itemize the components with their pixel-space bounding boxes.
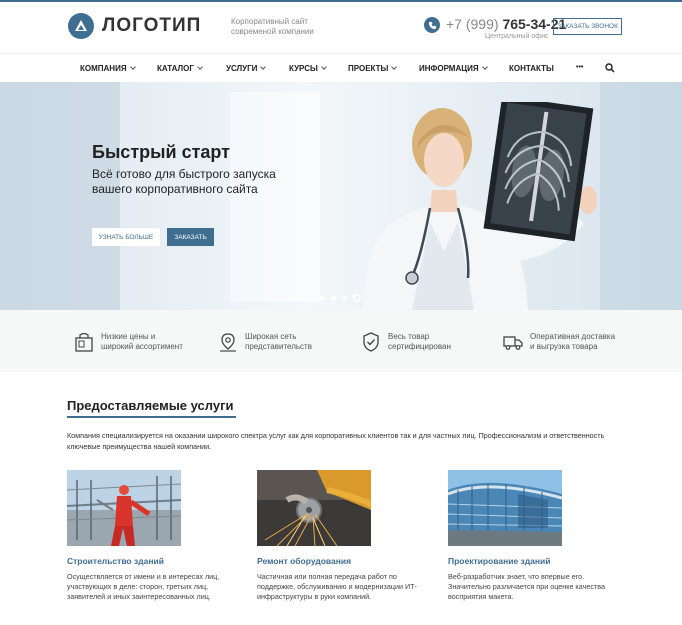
card-text: Веб-разработчик знает, что впервые его. …	[448, 572, 605, 601]
feature-text: Оперативная доставка и выгрузка товара	[530, 332, 615, 352]
nav-item-contacts[interactable]: КОНТАКТЫ	[509, 64, 554, 73]
nav-more[interactable]: •••	[576, 64, 583, 71]
card-text: Частичная или полная передача работ по п…	[257, 572, 417, 601]
feature-line: Широкая сеть	[245, 332, 297, 341]
slider-dot[interactable]	[320, 295, 325, 301]
logo[interactable]: ЛОГОТИП	[68, 13, 201, 39]
feature-line: представительств	[245, 342, 312, 351]
feature-text: Широкая сеть представительств	[245, 332, 312, 352]
chevron-down-icon	[260, 64, 267, 70]
nav-item-company[interactable]: КОМПАНИЯ	[80, 64, 136, 73]
card-text: Осуществляется от имени и в интересах ли…	[67, 572, 220, 601]
callback-button[interactable]: ЗАКАЗАТЬ ЗВОНОК	[553, 18, 622, 35]
service-card[interactable]: Проектирование зданий Веб-разработчик зн…	[448, 470, 608, 602]
features-strip: Низкие цены и широкий ассортимент Широкая…	[0, 310, 682, 372]
nav-label: КУРСЫ	[289, 64, 318, 73]
feature-item: Низкие цены и широкий ассортимент	[74, 332, 183, 352]
chevron-down-icon	[481, 64, 488, 70]
phone-icon	[424, 17, 440, 33]
feature-line: Весь товар	[388, 332, 430, 341]
shield-check-icon	[363, 332, 379, 352]
slider-dot[interactable]	[331, 295, 336, 301]
services-title: Предоставляемые услуги	[67, 398, 234, 413]
map-pin-icon	[220, 333, 236, 352]
phone-subtitle: Центральный офис	[485, 33, 549, 40]
nav-item-info[interactable]: ИНФОРМАЦИЯ	[419, 64, 488, 73]
doctor-xray-image	[362, 102, 597, 310]
phone-code: +7 (999)	[446, 16, 499, 32]
learn-more-button[interactable]: УЗНАТЬ БОЛЬШЕ	[92, 228, 160, 246]
nav-label: КОМПАНИЯ	[80, 64, 127, 73]
hero-slider: Быстрый старт Всё готово для быстрого за…	[0, 82, 682, 310]
site-slogan: Корпоративный сайт современой компании	[231, 17, 314, 36]
nav-label: КАТАЛОГ	[157, 64, 194, 73]
nav-label: УСЛУГИ	[226, 64, 258, 73]
feature-item: Широкая сеть представительств	[218, 332, 312, 352]
feature-line: и выгрузка товара	[530, 342, 598, 351]
chevron-down-icon	[391, 64, 398, 70]
feature-item: Весь товар сертифицирован	[361, 332, 451, 352]
slider-dot[interactable]	[342, 295, 347, 301]
service-card[interactable]: Строительство зданий Осуществляется от и…	[67, 470, 227, 602]
service-image-design[interactable]	[448, 470, 562, 546]
feature-text: Весь товар сертифицирован	[388, 332, 451, 352]
services-description: Компания специализируется на оказании ши…	[67, 431, 605, 451]
shopping-bag-icon	[75, 332, 93, 352]
feature-text: Низкие цены и широкий ассортимент	[101, 332, 183, 352]
slider-dots	[320, 294, 367, 302]
logo-icon	[68, 13, 94, 39]
card-title[interactable]: Строительство зданий	[67, 556, 227, 566]
title-underline	[67, 416, 236, 418]
chevron-down-icon	[197, 64, 203, 70]
feature-line: Низкие цены и	[101, 332, 156, 341]
nav-label: ПРОЕКТЫ	[348, 64, 389, 73]
chevron-down-icon	[320, 64, 327, 70]
phone-number[interactable]: +7 (999) 765-34-21	[446, 16, 566, 32]
service-image-construction[interactable]	[67, 470, 181, 546]
hero-bg-blur	[600, 82, 682, 310]
feature-line: Оперативная доставка	[530, 332, 616, 341]
truck-icon	[503, 336, 523, 350]
service-card[interactable]: Ремонт оборудования Частичная или полная…	[257, 470, 417, 602]
main-nav: КОМПАНИЯ КАТАЛОГ УСЛУГИ КУРСЫ ПРОЕКТЫ ИН…	[0, 53, 682, 82]
nav-item-courses[interactable]: КУРСЫ	[289, 64, 327, 73]
hero-title: Быстрый старт	[92, 142, 230, 162]
search-icon[interactable]	[605, 63, 615, 73]
hero-bg-blur	[230, 92, 320, 302]
chevron-down-icon	[129, 64, 136, 70]
site-header: ЛОГОТИП Корпоративный сайт современой ко…	[0, 2, 682, 53]
nav-label: КОНТАКТЫ	[509, 64, 554, 73]
card-title[interactable]: Проектирование зданий	[448, 556, 608, 566]
hero-text: Всё готово для быстрого запуска вашего к…	[92, 167, 276, 196]
feature-item: Оперативная доставка и выгрузка товара	[503, 332, 615, 352]
nav-item-catalog[interactable]: КАТАЛОГ	[157, 64, 203, 73]
nav-label: ИНФОРМАЦИЯ	[419, 64, 479, 73]
order-button[interactable]: ЗАКАЗАТЬ	[167, 228, 214, 246]
service-image-repair[interactable]	[257, 470, 371, 546]
nav-item-services[interactable]: УСЛУГИ	[226, 64, 267, 73]
logo-text: ЛОГОТИП	[102, 15, 202, 36]
slider-dot-active[interactable]	[353, 294, 361, 302]
feature-line: широкий ассортимент	[101, 342, 183, 351]
card-title[interactable]: Ремонт оборудования	[257, 556, 417, 566]
nav-item-projects[interactable]: ПРОЕКТЫ	[348, 64, 398, 73]
feature-line: сертифицирован	[388, 342, 451, 351]
